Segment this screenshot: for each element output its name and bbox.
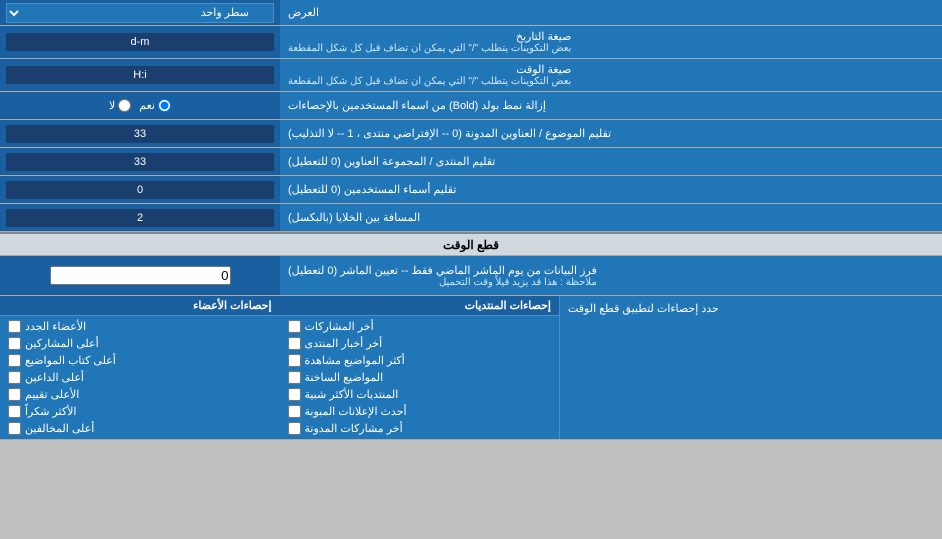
- snapshot-input[interactable]: [50, 266, 231, 285]
- cell-distance-input[interactable]: [6, 209, 274, 227]
- forum-titles-label: تقليم المنتدى / المجموعة العناوين (0 للت…: [280, 148, 942, 175]
- date-format-label: صيغة التاريخ بعض التكوينات يتطلب "/" الت…: [280, 26, 942, 58]
- topics-titles-input[interactable]: [6, 125, 274, 143]
- checkbox-input[interactable]: [288, 320, 301, 333]
- snapshot-label: فرز البيانات من يوم الماشر الماضي فقط --…: [280, 256, 942, 295]
- checkbox-input[interactable]: [8, 405, 21, 418]
- topics-titles-label: تقليم الموضوع / العناوين المدونة (0 -- ا…: [280, 120, 942, 147]
- radio-no[interactable]: [118, 99, 131, 112]
- time-format-label: صيغة الوقت بعض التكوينات يتطلب "/" التي …: [280, 59, 942, 91]
- checkbox-item: أخر مشاركات المدونة: [288, 422, 403, 435]
- snapshot-input-area: [0, 256, 280, 295]
- bold-remove-label: إزالة نمط بولد (Bold) من اسماء المستخدمي…: [280, 92, 942, 119]
- checkbox-input[interactable]: [288, 405, 301, 418]
- cell-distance-label: المسافة بين الخلايا (بالبكسل): [280, 204, 942, 231]
- cell-distance-input-area: [0, 204, 280, 231]
- bold-remove-radio-area: نعم لا: [0, 92, 280, 119]
- col1-header: إحصاءات المنتديات: [280, 296, 560, 316]
- forum-titles-input[interactable]: [6, 153, 274, 171]
- display-select-area[interactable]: سطر واحدسطرانثلاثة أسطر: [0, 0, 280, 25]
- checkbox-input[interactable]: [288, 422, 301, 435]
- checkbox-item: الأعضاء الجدد: [8, 320, 86, 333]
- checkbox-input[interactable]: [288, 354, 301, 367]
- checkbox-input[interactable]: [8, 354, 21, 367]
- checkbox-input[interactable]: [288, 337, 301, 350]
- checkbox-item: أخر المشاركات: [288, 320, 374, 333]
- checkbox-item: أعلى كتاب المواضيع: [8, 354, 116, 367]
- time-format-input[interactable]: [6, 66, 274, 84]
- radio-yes-label[interactable]: نعم: [139, 99, 171, 112]
- topics-titles-input-area: [0, 120, 280, 147]
- checkbox-input[interactable]: [288, 388, 301, 401]
- checkbox-input[interactable]: [8, 337, 21, 350]
- usernames-trim-input[interactable]: [6, 181, 274, 199]
- limit-label: حدد إحصاءات لتطبيق قطع الوقت: [560, 296, 942, 439]
- checkbox-item: أخر أخبار المنتدى: [288, 337, 383, 350]
- checkbox-item: أعلى المخالفين: [8, 422, 94, 435]
- snapshot-section-header: قطع الوقت: [0, 232, 942, 256]
- checkbox-item: أعلى المشاركين: [8, 337, 99, 350]
- checkbox-input[interactable]: [8, 422, 21, 435]
- checkbox-input[interactable]: [288, 371, 301, 384]
- checkbox-item: الأعلى تقييم: [8, 388, 79, 401]
- forum-titles-input-area: [0, 148, 280, 175]
- header-label: العرض: [280, 0, 942, 25]
- col1-items: أخر المشاركات أخر أخبار المنتدى أكثر الموا…: [280, 316, 560, 439]
- col2-header: إحصاءات الأعضاء: [0, 296, 280, 316]
- checkbox-input[interactable]: [8, 388, 21, 401]
- usernames-trim-input-area: [0, 176, 280, 203]
- display-select[interactable]: سطر واحدسطرانثلاثة أسطر: [6, 3, 274, 23]
- radio-no-label[interactable]: لا: [109, 99, 131, 112]
- date-format-input-area: [0, 26, 280, 58]
- radio-yes[interactable]: [158, 99, 171, 112]
- checkbox-item: المنتديات الأكثر شبية: [288, 388, 399, 401]
- checkbox-item: أكثر المواضيع مشاهدة: [288, 354, 405, 367]
- checkbox-input[interactable]: [8, 320, 21, 333]
- checkbox-item: الأكثر شكراً: [8, 405, 76, 418]
- checkbox-input[interactable]: [8, 371, 21, 384]
- checkbox-item: المواضيع الساخنة: [288, 371, 384, 384]
- col2-items: الأعضاء الجدد أعلى المشاركين أعلى كتاب الم…: [0, 316, 280, 439]
- checkbox-item: أعلى الداعين: [8, 371, 84, 384]
- date-format-input[interactable]: [6, 33, 274, 51]
- checkbox-item: أحدث الإعلانات المبوبة: [288, 405, 407, 418]
- time-format-input-area: [0, 59, 280, 91]
- usernames-trim-label: تقليم أسماء المستخدمين (0 للتعطيل): [280, 176, 942, 203]
